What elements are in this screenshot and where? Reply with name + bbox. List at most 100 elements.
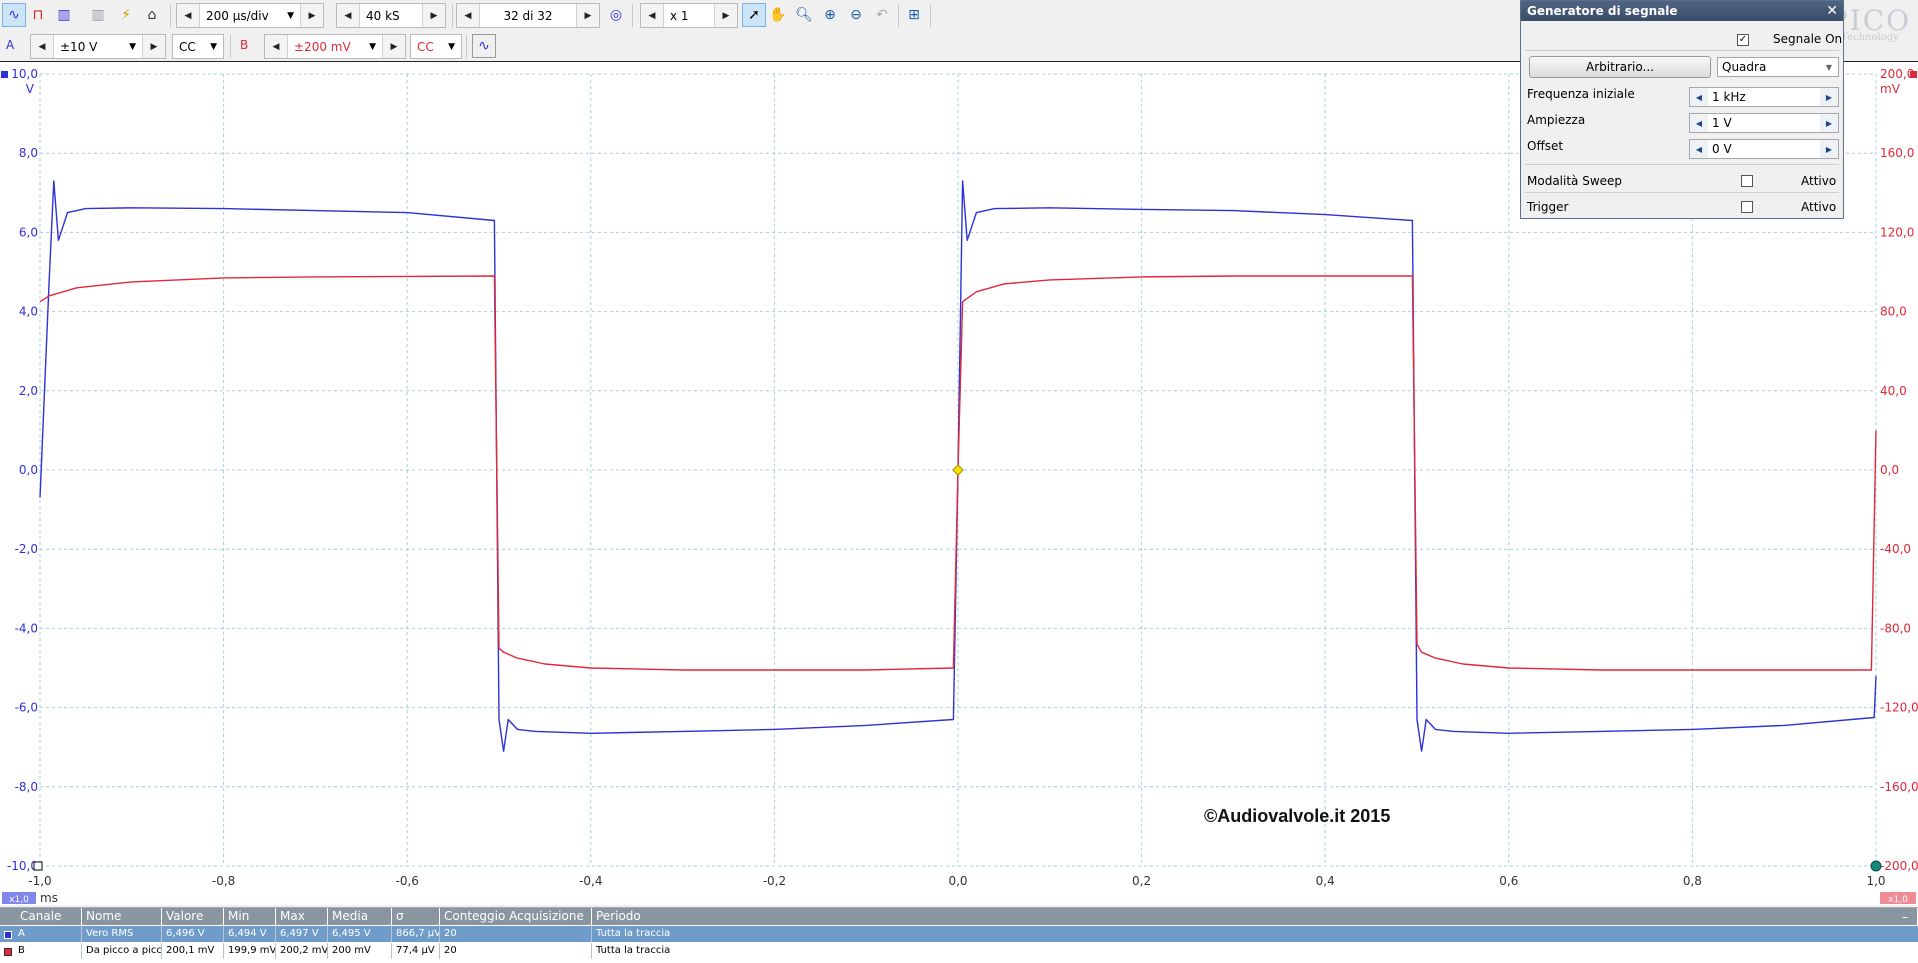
zoom-badge-left-label: x1,0 [9, 895, 29, 905]
signal-generator-titlebar: Generatore di segnale ✕ [1521, 1, 1843, 21]
y-tick-label-left: 4,0 [19, 305, 38, 319]
amplitude-label: Ampiezza [1527, 113, 1586, 127]
zoom-out-icon[interactable]: ⊖ [844, 3, 868, 27]
table-collapse-icon[interactable]: – [1902, 910, 1908, 924]
cell-min: 6,494 V [224, 926, 276, 942]
scope-mode-icon[interactable]: ∿ [2, 3, 26, 27]
amplitude-prev-icon[interactable]: ◀ [1690, 114, 1708, 132]
frequency-prev-icon[interactable]: ◀ [1690, 88, 1708, 106]
signal-generator-title: Generatore di segnale [1527, 4, 1678, 18]
spectrum-mode-icon[interactable]: ▥ [52, 3, 76, 27]
chevron-down-icon[interactable]: ▼ [129, 42, 136, 52]
buffer-next-icon[interactable]: ▶ [576, 4, 599, 27]
cell-max: 200,2 mV [276, 943, 328, 959]
cell-mean: 200 mV [328, 943, 392, 959]
timebase-next-icon[interactable]: ▶ [300, 4, 323, 27]
samples-prev-icon[interactable]: ◀ [337, 4, 360, 27]
chevron-down-icon[interactable]: ▼ [210, 42, 217, 52]
frequency-next-icon[interactable]: ▶ [1820, 88, 1838, 106]
y-tick-label-right: 200,0 [1880, 67, 1914, 81]
zoom-prev-icon[interactable]: ◀ [641, 4, 664, 27]
y-tick-label-left: 6,0 [19, 225, 38, 239]
channel-b-coupling[interactable]: CC ▼ [410, 34, 462, 59]
frequency-field[interactable]: ◀ 1 kHz ▶ [1689, 87, 1839, 107]
sweep-state-label: Attivo [1801, 174, 1837, 188]
amplitude-field[interactable]: ◀ 1 V ▶ [1689, 113, 1839, 133]
waveform-select[interactable]: Quadra ▼ [1717, 57, 1839, 77]
zoom-next-icon[interactable]: ▶ [714, 4, 737, 27]
channel-a-label[interactable]: A [6, 38, 14, 52]
zoom-control[interactable]: ◀ x 1 ▶ [640, 3, 738, 28]
col-header-name[interactable]: Nome [82, 908, 162, 925]
timebase-control[interactable]: ◀ 200 µs/div ▼ ▶ [176, 3, 324, 28]
x-tick-label: -0,4 [579, 874, 602, 888]
y-tick-label-left: 8,0 [19, 146, 38, 160]
zoom-in-icon[interactable]: ⊕ [818, 3, 842, 27]
range-a-prev-icon[interactable]: ◀ [31, 35, 54, 58]
cell-period: Tutta la traccia [596, 945, 671, 956]
cell-count: 20 [440, 926, 592, 942]
buffer-prev-icon[interactable]: ◀ [457, 4, 480, 27]
zoom-overview-icon[interactable]: ⊞ [902, 3, 926, 27]
measurements-icon[interactable]: ▥ [86, 3, 110, 27]
table-row[interactable]: A Vero RMS 6,496 V 6,494 V 6,497 V 6,495… [0, 926, 1918, 942]
col-header-mean[interactable]: Media [328, 908, 392, 925]
signal-generator-icon[interactable]: ∿ [472, 34, 496, 58]
channel-a-coupling-value: CC [179, 39, 196, 54]
channel-a-coupling[interactable]: CC ▼ [172, 34, 224, 59]
range-b-prev-icon[interactable]: ◀ [265, 35, 288, 58]
y-tick-label-right: 80,0 [1880, 305, 1907, 319]
pointer-tool-icon[interactable]: ➚ [742, 3, 766, 27]
channel-b-range[interactable]: ◀ ±200 mV ▼ ▶ [264, 34, 406, 59]
x-tick-label: 0,8 [1683, 874, 1702, 888]
col-header-sigma[interactable]: σ [392, 908, 440, 925]
channel-b-label[interactable]: B [240, 38, 248, 52]
chevron-down-icon[interactable]: ▼ [1826, 63, 1832, 72]
channel-a-range[interactable]: ◀ ±10 V ▼ ▶ [30, 34, 166, 59]
col-header-value[interactable]: Valore [162, 908, 224, 925]
y-tick-label-left: 2,0 [19, 384, 38, 398]
offset-prev-icon[interactable]: ◀ [1690, 140, 1708, 158]
col-header-period[interactable]: Periodo [592, 908, 1918, 925]
trigger-state-label: Attivo [1801, 200, 1837, 214]
buffer-control[interactable]: ◀ 32 di 32 ▶ [456, 3, 600, 28]
chevron-down-icon[interactable]: ▼ [369, 42, 376, 52]
samples-next-icon[interactable]: ▶ [422, 4, 445, 27]
col-header-channel[interactable]: Canale [0, 908, 82, 925]
col-header-max[interactable]: Max [276, 908, 328, 925]
amplitude-next-icon[interactable]: ▶ [1820, 114, 1838, 132]
x-tick-label: -0,6 [395, 874, 418, 888]
range-b-next-icon[interactable]: ▶ [382, 35, 405, 58]
sweep-checkbox[interactable] [1741, 175, 1753, 187]
zoom-region-icon[interactable]: 🔍︎ [792, 3, 816, 27]
autosetup-icon[interactable]: ⚡ [114, 3, 138, 27]
col-header-count[interactable]: Conteggio Acquisizione [440, 908, 592, 925]
home-icon[interactable]: ⌂ [140, 3, 164, 27]
range-a-next-icon[interactable]: ▶ [142, 35, 165, 58]
timebase-prev-icon[interactable]: ◀ [177, 4, 200, 27]
buffer-navigator-icon[interactable]: ◎ [604, 3, 628, 27]
y-tick-label-right: -120,0 [1880, 701, 1918, 715]
x-unit-label: ms [40, 891, 58, 905]
col-header-min[interactable]: Min [224, 908, 276, 925]
zoom-value: x 1 [670, 8, 689, 23]
x-tick-label: 1,0 [1866, 874, 1885, 888]
chevron-down-icon[interactable]: ▼ [448, 42, 455, 52]
arbitrary-button[interactable]: Arbitrario... [1529, 56, 1711, 78]
signal-on-checkbox[interactable]: ✓ [1737, 34, 1749, 46]
chevron-down-icon[interactable]: ▼ [287, 11, 294, 21]
trigger-checkbox[interactable] [1741, 201, 1753, 213]
close-icon[interactable]: ✕ [1826, 1, 1838, 21]
cell-channel: A [14, 926, 82, 942]
x-tick-label: 0,0 [948, 874, 967, 888]
table-row[interactable]: B Da picco a picco 200,1 mV 199,9 mV 200… [0, 943, 1918, 959]
samples-control[interactable]: ◀ 40 kS ▶ [336, 3, 446, 28]
undo-zoom-icon[interactable]: ↶ [870, 3, 894, 27]
offset-field[interactable]: ◀ 0 V ▶ [1689, 139, 1839, 159]
persistence-mode-icon[interactable]: ⊓ [26, 3, 50, 27]
channel-b-range-value: ±200 mV [294, 39, 351, 54]
cell-value: 6,496 V [162, 926, 224, 942]
y-tick-label-right: 160,0 [1880, 146, 1914, 160]
offset-next-icon[interactable]: ▶ [1820, 140, 1838, 158]
hand-tool-icon[interactable]: ✋ [766, 3, 790, 27]
